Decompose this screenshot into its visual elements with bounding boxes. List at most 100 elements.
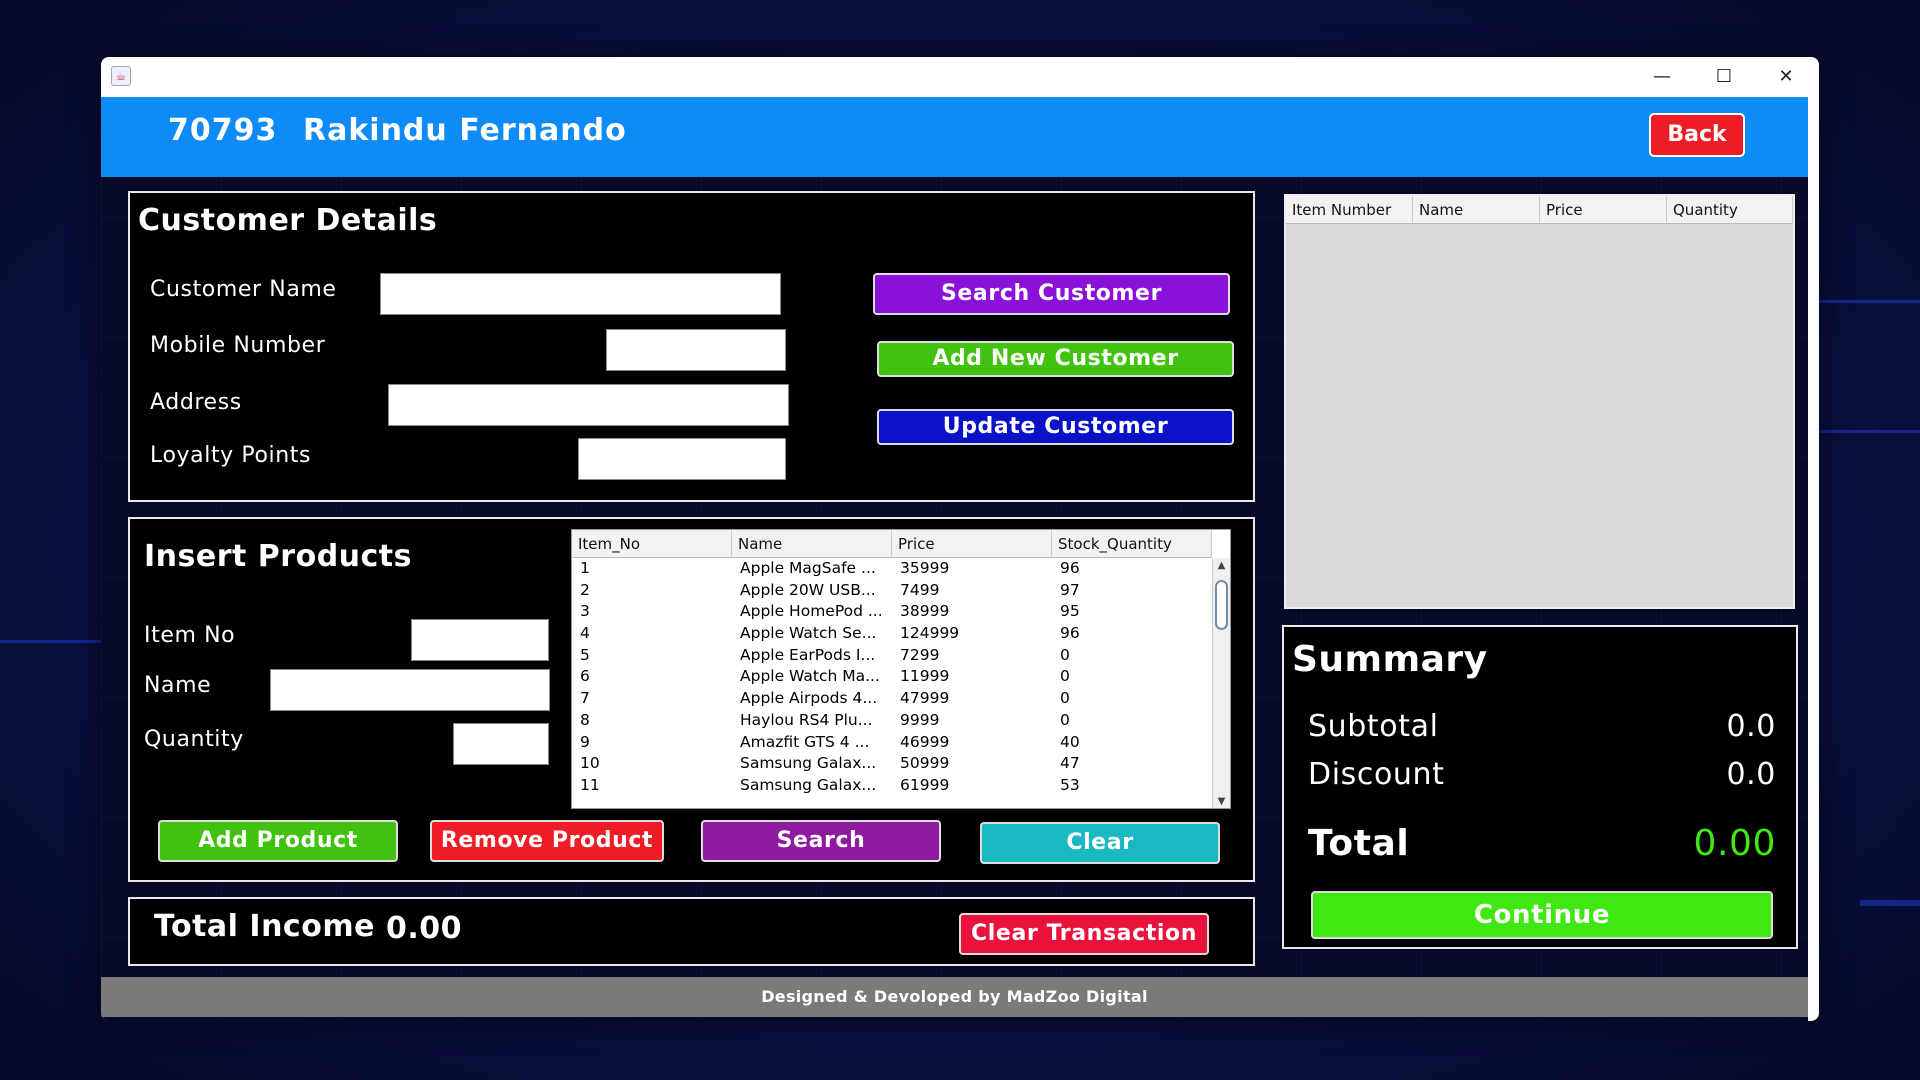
background-circuit — [1819, 430, 1920, 433]
header-bar: 70793 Rakindu Fernando Back — [101, 97, 1808, 177]
total-income-label: Total Income — [154, 909, 375, 944]
table-cell: 0 — [1060, 645, 1070, 664]
table-row[interactable]: 1 Apple MagSafe ... 35999 96 — [572, 558, 1212, 580]
search-product-button[interactable]: Search — [701, 820, 941, 862]
table-row[interactable]: 9 Amazfit GTS 4 ... 46999 40 — [572, 732, 1212, 754]
minimize-button[interactable]: — — [1631, 57, 1693, 97]
table-cell: 11999 — [900, 667, 950, 686]
table-cell: 1 — [580, 559, 590, 577]
remove-product-button[interactable]: Remove Product — [430, 820, 664, 862]
scroll-thumb[interactable] — [1215, 580, 1228, 630]
products-table-header: Item_No Name Price Stock_Quantity — [572, 530, 1212, 558]
add-new-customer-button[interactable]: Add New Customer — [877, 341, 1234, 377]
table-row[interactable]: 5 Apple EarPods I... 7299 0 — [572, 645, 1212, 667]
column-header[interactable]: Stock_Quantity — [1052, 530, 1212, 558]
total-income-panel: Total Income 0.00 Clear Transaction — [128, 897, 1255, 966]
update-customer-button[interactable]: Update Customer — [877, 409, 1234, 445]
table-cell: Samsung Galax... — [740, 775, 877, 794]
table-row[interactable]: 7 Apple Airpods 4... 47999 0 — [572, 688, 1212, 710]
table-cell: 0 — [1060, 710, 1070, 729]
column-header[interactable]: Item Number — [1286, 196, 1413, 224]
column-header[interactable]: Price — [892, 530, 1052, 558]
loyalty-points-field[interactable] — [578, 438, 786, 480]
table-cell: 7499 — [900, 580, 940, 599]
product-name-label: Name — [144, 673, 212, 698]
column-header[interactable]: Quantity — [1667, 196, 1793, 224]
clear-transaction-button[interactable]: Clear Transaction — [959, 913, 1209, 955]
address-field[interactable] — [388, 384, 789, 426]
table-cell: 61999 — [900, 775, 950, 794]
loyalty-points-label: Loyalty Points — [150, 443, 312, 468]
table-cell: 0 — [1060, 689, 1070, 708]
table-cell: 2 — [580, 580, 590, 599]
user-name: Rakindu Fernando — [303, 113, 627, 148]
total-income-value: 0.00 — [386, 911, 463, 946]
column-header[interactable]: Item_No — [572, 530, 732, 558]
column-header[interactable]: Name — [1413, 196, 1540, 224]
add-product-button[interactable]: Add Product — [158, 820, 398, 862]
scroll-up-icon[interactable]: ▲ — [1213, 558, 1230, 574]
table-row[interactable]: 8 Haylou RS4 Plu... 9999 0 — [572, 710, 1212, 732]
back-button[interactable]: Back — [1649, 113, 1745, 157]
customer-name-field[interactable] — [380, 273, 781, 315]
customer-details-panel: Customer Details Customer Name Mobile Nu… — [128, 191, 1255, 502]
table-cell: Apple MagSafe ... — [740, 559, 876, 577]
search-customer-button[interactable]: Search Customer — [873, 273, 1230, 315]
products-table[interactable]: Item_No Name Price Stock_Quantity 1 Apple… — [571, 529, 1231, 809]
table-cell: 0 — [1060, 667, 1070, 686]
table-cell: 6 — [580, 667, 590, 686]
table-row[interactable]: 11 Samsung Galax... 61999 53 — [572, 775, 1212, 797]
close-button[interactable]: ✕ — [1755, 57, 1817, 97]
table-cell: 47 — [1060, 754, 1080, 773]
address-label: Address — [150, 390, 242, 415]
table-row[interactable]: 4 Apple Watch Se... 124999 96 — [572, 623, 1212, 645]
continue-button[interactable]: Continue — [1311, 891, 1773, 939]
product-name-field[interactable] — [270, 669, 550, 711]
table-row[interactable]: 6 Apple Watch Ma... 11999 0 — [572, 666, 1212, 688]
table-cell: 8 — [580, 710, 590, 729]
products-table-scrollbar[interactable]: ▲ ▼ — [1212, 558, 1230, 808]
column-header[interactable]: Name — [732, 530, 892, 558]
background-circuit — [1819, 300, 1920, 303]
user-id: 70793 — [168, 113, 278, 148]
quantity-label: Quantity — [144, 727, 244, 752]
table-cell: Amazfit GTS 4 ... — [740, 732, 870, 751]
table-cell: 9 — [580, 732, 590, 751]
table-cell: 3 — [580, 602, 590, 621]
mobile-number-label: Mobile Number — [150, 333, 326, 358]
table-cell: 53 — [1060, 775, 1080, 794]
item-no-field[interactable] — [411, 619, 549, 661]
summary-title: Summary — [1292, 639, 1488, 680]
table-cell: Haylou RS4 Plu... — [740, 710, 873, 729]
background-circuit — [0, 640, 101, 643]
table-cell: Apple Watch Ma... — [740, 667, 880, 686]
maximize-button[interactable]: ☐ — [1693, 57, 1755, 97]
table-cell: Apple Airpods 4... — [740, 689, 878, 708]
table-cell: Apple HomePod ... — [740, 602, 883, 621]
total-label: Total — [1308, 823, 1410, 864]
cart-table[interactable]: Item Number Name Price Quantity — [1284, 194, 1795, 609]
discount-value: 0.0 — [1726, 757, 1776, 792]
table-cell: Apple 20W USB... — [740, 580, 876, 599]
table-cell: 96 — [1060, 624, 1080, 643]
table-cell: 47999 — [900, 689, 950, 708]
mobile-number-field[interactable] — [606, 329, 786, 371]
column-header[interactable]: Price — [1540, 196, 1667, 224]
table-row[interactable]: 2 Apple 20W USB... 7499 97 — [572, 580, 1212, 602]
table-cell: 46999 — [900, 732, 950, 751]
table-cell: Samsung Galax... — [740, 754, 877, 773]
table-row[interactable]: 10 Samsung Galax... 50999 47 — [572, 753, 1212, 775]
table-cell: 5 — [580, 645, 590, 664]
table-cell: 40 — [1060, 732, 1080, 751]
quantity-field[interactable] — [453, 723, 549, 765]
customer-name-label: Customer Name — [150, 277, 337, 302]
table-cell: 35999 — [900, 559, 950, 577]
table-cell: 11 — [580, 775, 600, 794]
clear-button[interactable]: Clear — [980, 822, 1220, 864]
insert-products-panel: Insert Products Item No Name Quantity It… — [128, 517, 1255, 882]
item-no-label: Item No — [144, 623, 236, 648]
scroll-down-icon[interactable]: ▼ — [1213, 794, 1230, 808]
table-row[interactable]: 3 Apple HomePod ... 38999 95 — [572, 601, 1212, 623]
products-table-body: 1 Apple MagSafe ... 35999 96 2 Apple 20W USB… — [572, 558, 1212, 797]
table-cell: Apple Watch Se... — [740, 624, 877, 643]
